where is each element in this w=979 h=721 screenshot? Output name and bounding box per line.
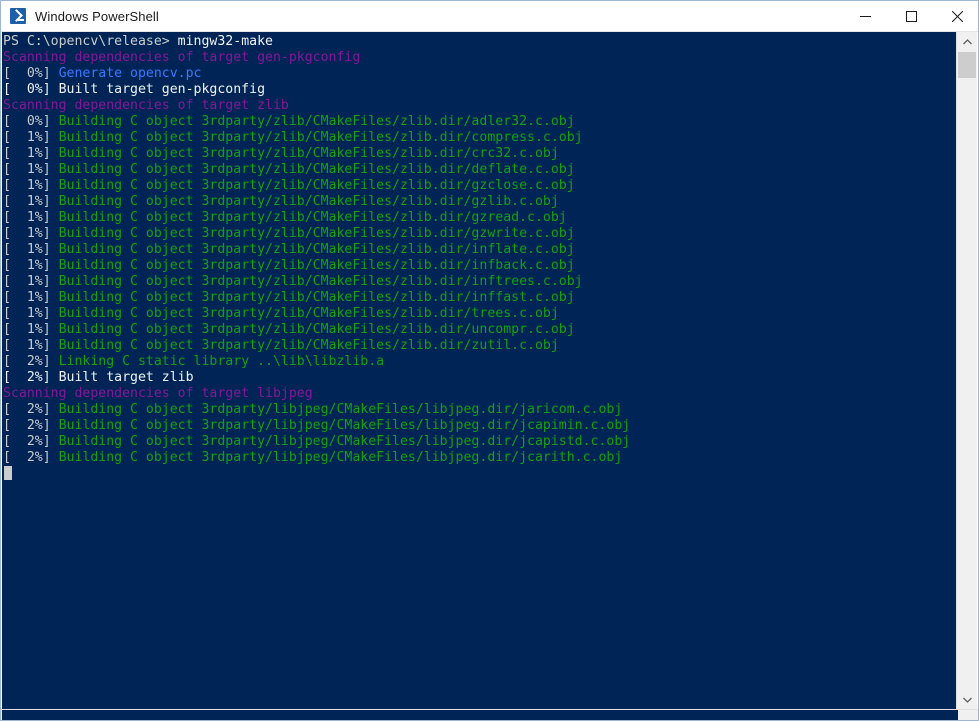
- terminal-line: Scanning dependencies of target zlib: [3, 98, 958, 114]
- terminal-segment: Building C object 3rdparty/zlib/CMakeFil…: [58, 274, 583, 289]
- terminal-segment: [ 1%]: [3, 146, 59, 161]
- terminal-text: PS C:\opencv\release> mingw32-make Scanni…: [3, 34, 958, 482]
- terminal-line: [ 1%] Building C object 3rdparty/zlib/CM…: [3, 338, 958, 354]
- terminal-segment: Building C object 3rdparty/zlib/CMakeFil…: [58, 162, 575, 177]
- terminal-segment: [ 1%]: [3, 162, 59, 177]
- terminal-line: [ 1%] Building C object 3rdparty/zlib/CM…: [3, 162, 958, 178]
- window-title: Windows PowerShell: [35, 8, 159, 24]
- terminal-segment: Building C object 3rdparty/zlib/CMakeFil…: [58, 210, 567, 225]
- terminal-segment: [ 1%]: [3, 130, 59, 145]
- text-cursor: [4, 466, 12, 480]
- terminal-segment: Generate opencv.pc: [58, 66, 202, 81]
- terminal-segment: Building C object 3rdparty/zlib/CMakeFil…: [58, 258, 575, 273]
- terminal-line: Scanning dependencies of target gen-pkgc…: [3, 50, 958, 66]
- terminal-segment: [ 2%]: [3, 418, 59, 433]
- terminal-segment: [ 1%]: [3, 178, 59, 193]
- terminal-segment: Building C object 3rdparty/libjpeg/CMake…: [58, 434, 631, 449]
- console-output-area[interactable]: PS C:\opencv\release> mingw32-make Scanni…: [2, 32, 958, 710]
- terminal-line: PS C:\opencv\release> mingw32-make: [3, 34, 958, 50]
- terminal-line: [ 0%] Generate opencv.pc: [3, 66, 958, 82]
- terminal-line: [ 1%] Building C object 3rdparty/zlib/CM…: [3, 210, 958, 226]
- terminal-line: [ 1%] Building C object 3rdparty/zlib/CM…: [3, 242, 958, 258]
- terminal-segment: [ 1%]: [3, 242, 59, 257]
- terminal-line: Scanning dependencies of target libjpeg: [3, 386, 958, 402]
- terminal-segment: Building C object 3rdparty/zlib/CMakeFil…: [58, 226, 575, 241]
- terminal-segment: [ 1%]: [3, 322, 59, 337]
- terminal-segment: Building C object 3rdparty/libjpeg/CMake…: [58, 402, 623, 417]
- scrollbar-thumb[interactable]: [958, 52, 976, 78]
- maximize-icon: [905, 10, 917, 22]
- terminal-segment: [ 0%] Built target gen-pkgconfig: [3, 82, 266, 97]
- terminal-segment: [ 2%]: [3, 354, 59, 369]
- terminal-segment: Building C object 3rdparty/zlib/CMakeFil…: [58, 290, 575, 305]
- scroll-up-arrow-icon: [962, 39, 972, 45]
- terminal-segment: [ 0%]: [3, 66, 59, 81]
- close-icon: [951, 10, 963, 22]
- terminal-segment: Building C object 3rdparty/zlib/CMakeFil…: [58, 338, 559, 353]
- terminal-segment: [ 2%]: [3, 434, 59, 449]
- close-button[interactable]: [934, 1, 978, 31]
- terminal-line: [ 2%] Building C object 3rdparty/libjpeg…: [3, 450, 958, 466]
- terminal-line: [ 2%] Linking C static library ..\lib\li…: [3, 354, 958, 370]
- terminal-segment: mingw32-make: [177, 34, 273, 49]
- terminal-line: [ 2%] Building C object 3rdparty/libjpeg…: [3, 434, 958, 450]
- terminal-line: [ 1%] Building C object 3rdparty/zlib/CM…: [3, 290, 958, 306]
- console-scrollbar[interactable]: [956, 32, 977, 710]
- terminal-segment: Building C object 3rdparty/zlib/CMakeFil…: [58, 146, 559, 161]
- scroll-up-button[interactable]: [957, 32, 977, 52]
- title-bar[interactable]: Windows PowerShell: [1, 1, 978, 32]
- terminal-line: [ 1%] Building C object 3rdparty/zlib/CM…: [3, 306, 958, 322]
- scroll-down-button[interactable]: [957, 690, 977, 710]
- terminal-segment: Building C object 3rdparty/zlib/CMakeFil…: [58, 130, 583, 145]
- minimize-button[interactable]: [842, 1, 888, 31]
- maximize-button[interactable]: [888, 1, 934, 31]
- window-bottom-edge: [1, 709, 978, 720]
- terminal-segment: Scanning dependencies of target gen-pkgc…: [3, 50, 361, 65]
- terminal-segment: Building C object 3rdparty/zlib/CMakeFil…: [58, 306, 559, 321]
- terminal-line: [ 1%] Building C object 3rdparty/zlib/CM…: [3, 146, 958, 162]
- powershell-icon: [10, 8, 26, 24]
- terminal-segment: Scanning dependencies of target zlib: [3, 98, 289, 113]
- terminal-line: [ 1%] Building C object 3rdparty/zlib/CM…: [3, 258, 958, 274]
- scroll-down-arrow-icon: [962, 697, 972, 703]
- terminal-line: [ 2%] Built target zlib: [3, 370, 958, 386]
- terminal-line: [ 2%] Building C object 3rdparty/libjpeg…: [3, 418, 958, 434]
- minimize-icon: [859, 15, 871, 17]
- terminal-line: [ 1%] Building C object 3rdparty/zlib/CM…: [3, 274, 958, 290]
- terminal-segment: [ 1%]: [3, 258, 59, 273]
- terminal-segment: Building C object 3rdparty/zlib/CMakeFil…: [58, 114, 575, 129]
- terminal-segment: [ 1%]: [3, 194, 59, 209]
- terminal-segment: Building C object 3rdparty/zlib/CMakeFil…: [58, 242, 575, 257]
- terminal-segment: [ 2%]: [3, 450, 59, 465]
- terminal-segment: [ 1%]: [3, 210, 59, 225]
- terminal-segment: [ 1%]: [3, 338, 59, 353]
- terminal-segment: [ 1%]: [3, 290, 59, 305]
- powershell-window: Windows PowerShell PS C:\opencv\release>…: [0, 0, 979, 721]
- terminal-segment: [ 1%]: [3, 226, 59, 241]
- terminal-line: [ 2%] Building C object 3rdparty/libjpeg…: [3, 402, 958, 418]
- terminal-segment: Building C object 3rdparty/zlib/CMakeFil…: [58, 322, 575, 337]
- scrollbar-track[interactable]: [957, 52, 977, 690]
- terminal-line: [ 1%] Building C object 3rdparty/zlib/CM…: [3, 194, 958, 210]
- terminal-segment: [ 1%]: [3, 274, 59, 289]
- terminal-line: [ 1%] Building C object 3rdparty/zlib/CM…: [3, 178, 958, 194]
- terminal-line: [ 0%] Building C object 3rdparty/zlib/CM…: [3, 114, 958, 130]
- terminal-segment: [ 2%]: [3, 402, 59, 417]
- terminal-segment: Building C object 3rdparty/zlib/CMakeFil…: [58, 178, 575, 193]
- terminal-segment: [ 1%]: [3, 306, 59, 321]
- terminal-segment: Building C object 3rdparty/libjpeg/CMake…: [58, 418, 631, 433]
- terminal-segment: [ 2%] Built target zlib: [3, 370, 194, 385]
- terminal-line: [ 0%] Built target gen-pkgconfig: [3, 82, 958, 98]
- terminal-line: [ 1%] Building C object 3rdparty/zlib/CM…: [3, 322, 958, 338]
- terminal-segment: Linking C static library ..\lib\libzlib.…: [58, 354, 385, 369]
- terminal-segment: Scanning dependencies of target libjpeg: [3, 386, 313, 401]
- terminal-segment: Building C object 3rdparty/libjpeg/CMake…: [58, 450, 623, 465]
- terminal-line: [ 1%] Building C object 3rdparty/zlib/CM…: [3, 130, 958, 146]
- terminal-cursor-line: [3, 466, 958, 482]
- terminal-segment: Building C object 3rdparty/zlib/CMakeFil…: [58, 194, 559, 209]
- terminal-segment: PS C:\opencv\release>: [3, 34, 178, 49]
- terminal-segment: [ 0%]: [3, 114, 59, 129]
- terminal-line: [ 1%] Building C object 3rdparty/zlib/CM…: [3, 226, 958, 242]
